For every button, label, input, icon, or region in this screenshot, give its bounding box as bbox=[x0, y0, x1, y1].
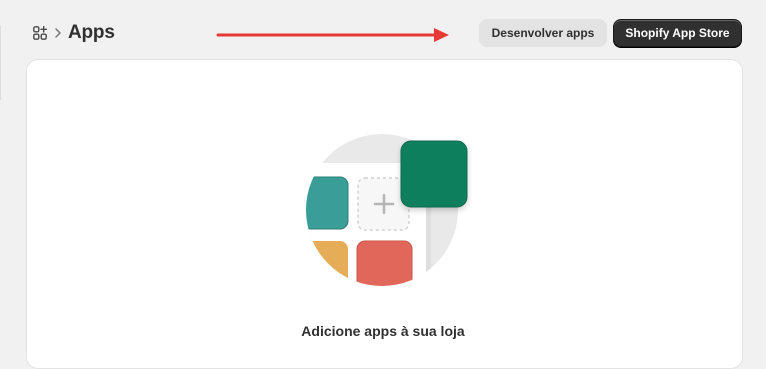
shopify-app-store-button[interactable]: Shopify App Store bbox=[613, 19, 742, 47]
develop-apps-button[interactable]: Desenvolver apps bbox=[479, 19, 607, 47]
chevron-right-icon bbox=[55, 28, 61, 38]
page-header: Apps Desenvolver apps Shopify App Store bbox=[0, 0, 766, 60]
page-title: Apps bbox=[68, 22, 115, 43]
red-app-tile bbox=[356, 240, 413, 286]
apps-grid-icon bbox=[33, 26, 47, 40]
green-app-tile bbox=[400, 140, 468, 208]
red-arrow-annotation bbox=[216, 28, 449, 42]
app-tiles-illustration bbox=[306, 134, 468, 286]
teal-app-tile bbox=[306, 176, 349, 230]
yellow-app-tile bbox=[306, 241, 348, 286]
empty-state-title: Adicione apps à sua loja bbox=[301, 323, 465, 339]
